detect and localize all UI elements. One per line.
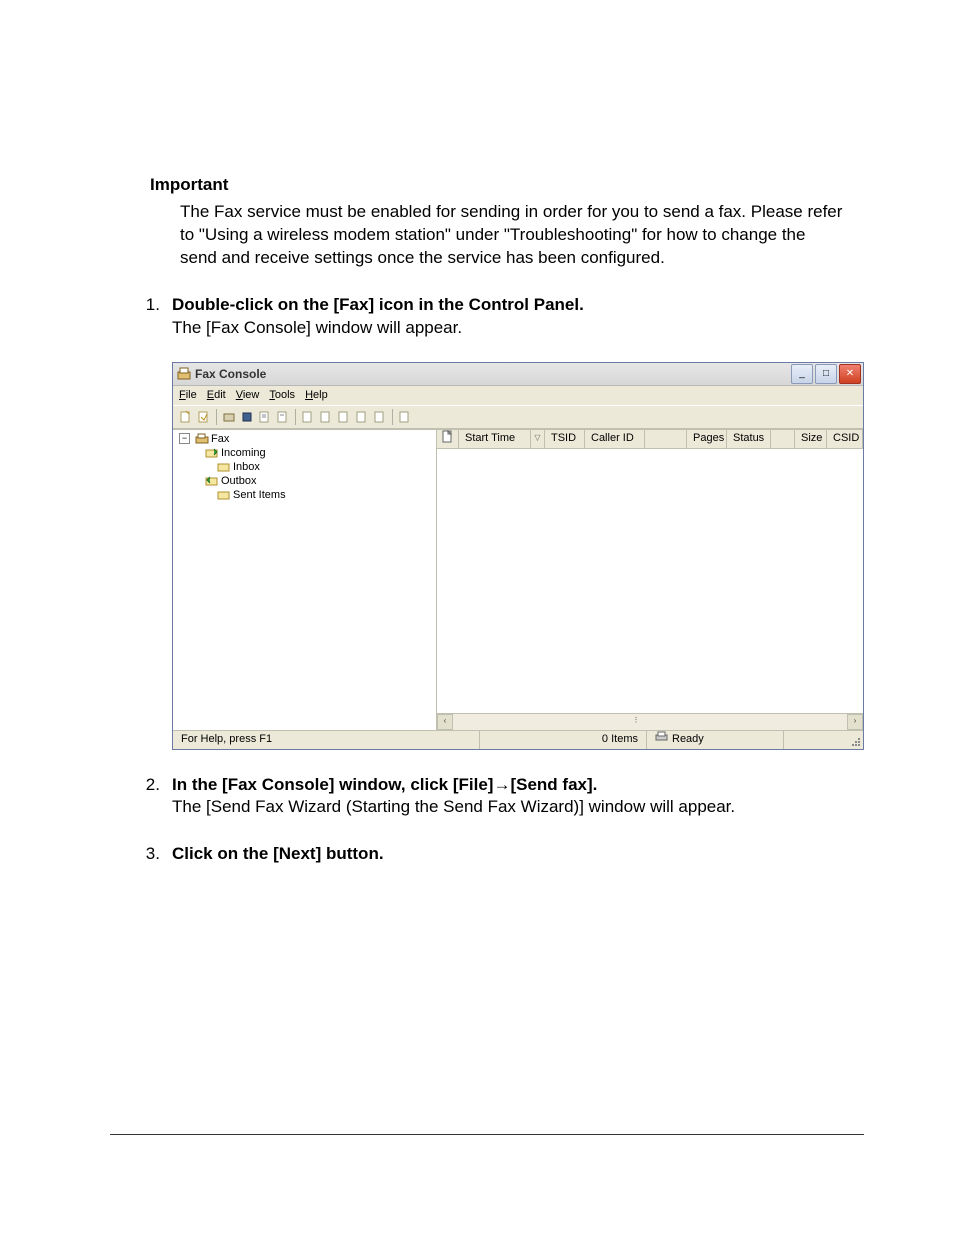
col-icon[interactable] (437, 430, 459, 448)
col-caller-id[interactable]: Caller ID (585, 430, 645, 448)
col-status[interactable]: Status (727, 430, 771, 448)
step-1-body: The [Fax Console] window will appear. (172, 318, 462, 337)
step-2-title: In the [Fax Console] window, click [File… (172, 775, 597, 794)
maximize-icon: □ (823, 369, 829, 379)
toolbar-separator (295, 409, 296, 425)
step-2: In the [Fax Console] window, click [File… (130, 774, 844, 820)
toolbar-btn-6[interactable] (274, 408, 292, 426)
menu-tools[interactable]: Tools (269, 388, 295, 403)
folder-icon (217, 461, 230, 473)
horizontal-scrollbar[interactable]: ‹ ⠇ › (437, 713, 863, 730)
chevron-left-icon: ‹ (444, 716, 447, 727)
printer-icon (655, 731, 668, 748)
menu-file[interactable]: File (179, 388, 197, 403)
tree-label: Incoming (221, 446, 266, 460)
expander-icon[interactable]: − (179, 433, 190, 444)
col-csid[interactable]: CSID (827, 430, 863, 448)
status-ready: Ready (647, 731, 784, 749)
toolbar-btn-1[interactable] (177, 408, 195, 426)
col-pages[interactable]: Pages (687, 430, 727, 448)
folder-tree[interactable]: − Fax Incoming Inbox (173, 430, 437, 730)
important-body: The Fax service must be enabled for send… (180, 201, 844, 270)
toolbar-btn-2[interactable] (195, 408, 213, 426)
status-help: For Help, press F1 (173, 731, 480, 749)
toolbar-btn-10[interactable] (353, 408, 371, 426)
tree-root-fax[interactable]: − Fax (177, 432, 432, 446)
toolbar-separator (392, 409, 393, 425)
scroll-thumb-grip-icon: ⠇ (634, 716, 640, 727)
col-tsid[interactable]: TSID (545, 430, 585, 448)
chevron-right-icon: › (854, 716, 857, 727)
tree-label: Inbox (233, 460, 260, 474)
minimize-icon: _ (799, 369, 805, 379)
toolbar-btn-7[interactable] (299, 408, 317, 426)
important-heading: Important (150, 175, 844, 195)
maximize-button[interactable]: □ (815, 364, 837, 384)
steps-list: Double-click on the [Fax] icon in the Co… (130, 294, 844, 867)
tree-incoming[interactable]: Incoming (177, 446, 432, 460)
window-title: Fax Console (195, 366, 791, 382)
folder-icon (217, 489, 230, 501)
menu-bar: File Edit View Tools Help (173, 386, 863, 405)
fax-console-window: Fax Console _ □ ✕ File Edit View Tools (172, 362, 864, 750)
toolbar-btn-4[interactable] (238, 408, 256, 426)
col-gap (645, 430, 687, 448)
toolbar-btn-5[interactable] (256, 408, 274, 426)
document-page: Important The Fax service must be enable… (0, 0, 954, 1235)
menu-help[interactable]: Help (305, 388, 328, 403)
title-bar[interactable]: Fax Console _ □ ✕ (173, 363, 863, 386)
client-area: − Fax Incoming Inbox (173, 429, 863, 730)
tree-label: Fax (211, 432, 229, 446)
fax-console-screenshot: Fax Console _ □ ✕ File Edit View Tools (172, 362, 844, 750)
step-3-title: Click on the [Next] button. (172, 844, 384, 863)
tree-outbox[interactable]: Outbox (177, 474, 432, 488)
toolbar-btn-11[interactable] (371, 408, 389, 426)
col-sort-indicator[interactable]: ▽ (531, 430, 545, 448)
toolbar (173, 405, 863, 429)
tree-sent-items[interactable]: Sent Items (177, 488, 432, 502)
col-gap (771, 430, 795, 448)
menu-view[interactable]: View (236, 388, 260, 403)
page-icon (442, 430, 453, 448)
step-1: Double-click on the [Fax] icon in the Co… (130, 294, 844, 750)
status-bar: For Help, press F1 0 Items Ready (173, 730, 863, 749)
folder-arrow-icon (205, 447, 218, 459)
close-icon: ✕ (846, 369, 854, 379)
folder-arrow-icon (205, 475, 218, 487)
important-block: Important The Fax service must be enable… (150, 175, 844, 270)
toolbar-btn-3[interactable] (220, 408, 238, 426)
step-1-title: Double-click on the [Fax] icon in the Co… (172, 295, 584, 314)
scroll-left-button[interactable]: ‹ (437, 714, 453, 730)
scroll-right-button[interactable]: › (847, 714, 863, 730)
minimize-button[interactable]: _ (791, 364, 813, 384)
status-items: 0 Items (480, 731, 647, 749)
fax-icon (195, 433, 208, 445)
toolbar-btn-12[interactable] (396, 408, 414, 426)
list-body[interactable] (437, 449, 863, 713)
step-3: Click on the [Next] button. (130, 843, 844, 866)
window-buttons: _ □ ✕ (791, 364, 861, 384)
status-spacer (784, 731, 848, 749)
tree-label: Sent Items (233, 488, 286, 502)
toolbar-separator (216, 409, 217, 425)
toolbar-btn-9[interactable] (335, 408, 353, 426)
footer-rule (110, 1134, 864, 1135)
tree-inbox[interactable]: Inbox (177, 460, 432, 474)
tree-label: Outbox (221, 474, 256, 488)
scroll-track[interactable]: ⠇ (453, 714, 847, 730)
col-start-time[interactable]: Start Time (459, 430, 531, 448)
step-2-body: The [Send Fax Wizard (Starting the Send … (172, 797, 735, 816)
close-button[interactable]: ✕ (839, 364, 861, 384)
toolbar-btn-8[interactable] (317, 408, 335, 426)
resize-grip[interactable] (848, 731, 863, 749)
col-size[interactable]: Size (795, 430, 827, 448)
item-list: Start Time ▽ TSID Caller ID Pages Status… (437, 430, 863, 730)
menu-edit[interactable]: Edit (207, 388, 226, 403)
list-header: Start Time ▽ TSID Caller ID Pages Status… (437, 430, 863, 449)
status-ready-text: Ready (672, 732, 704, 747)
fax-app-icon (177, 367, 191, 381)
